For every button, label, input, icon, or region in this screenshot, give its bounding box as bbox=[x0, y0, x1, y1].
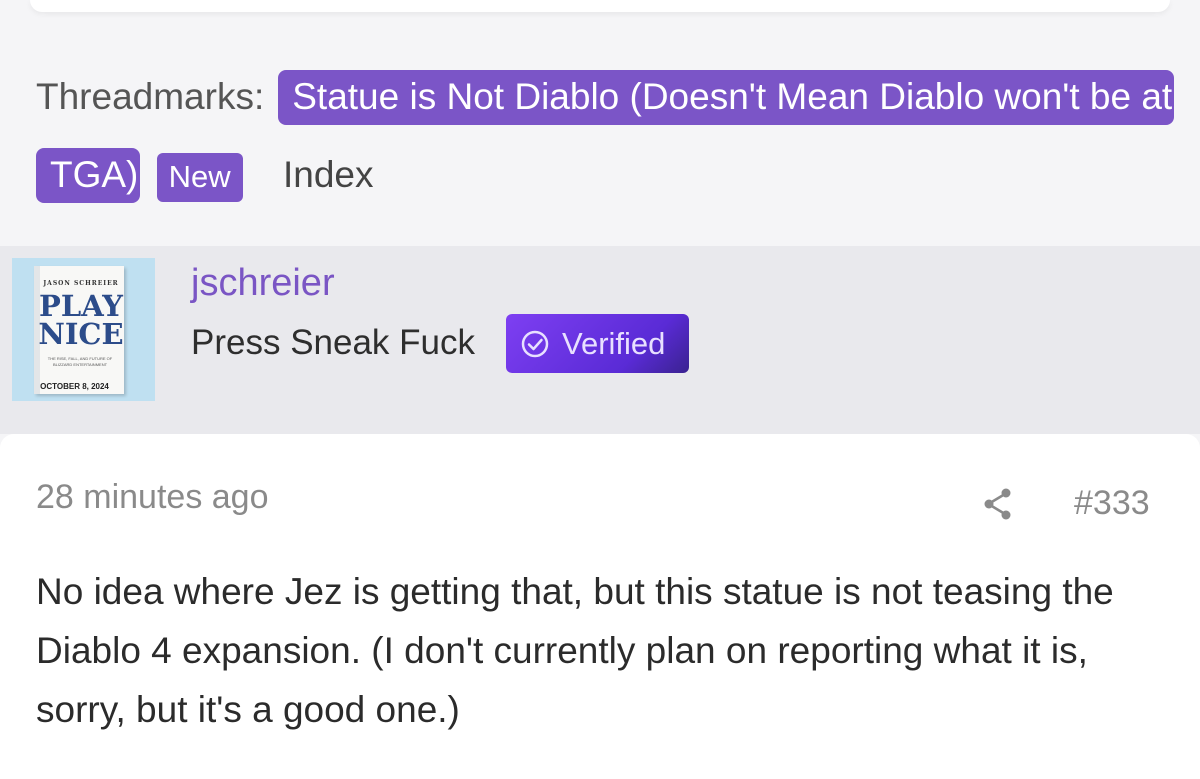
post-number-link[interactable]: #333 bbox=[1074, 484, 1150, 523]
user-title: Press Sneak Fuck bbox=[191, 323, 475, 362]
previous-post-card bbox=[30, 0, 1170, 12]
release-date: OCTOBER 8, 2024 bbox=[40, 382, 109, 391]
verified-badge: Verified bbox=[506, 314, 689, 373]
check-circle-icon bbox=[521, 330, 549, 357]
book-subtitle: THE RISE, FALL, AND FUTURE OF BLIZZARD E… bbox=[47, 356, 113, 367]
book-title-line1: PLAY bbox=[39, 289, 123, 323]
threadmarks-label: Threadmarks: bbox=[36, 76, 265, 117]
username-link[interactable]: jschreier bbox=[191, 262, 335, 305]
share-icon[interactable] bbox=[980, 486, 1016, 522]
book-title-line2: NICE bbox=[38, 317, 124, 351]
verified-label: Verified bbox=[562, 325, 666, 361]
threadmarks-index-link[interactable]: Index bbox=[283, 154, 374, 195]
post-timestamp[interactable]: 28 minutes ago bbox=[36, 478, 269, 517]
book-cover-image: JASON SCHREIER PLAY NICE THE RISE, FALL,… bbox=[34, 266, 124, 394]
book-title: PLAY NICE bbox=[38, 289, 124, 351]
post-message: No idea where Jez is getting that, but t… bbox=[36, 571, 1114, 730]
book-author-text: JASON SCHREIER bbox=[43, 280, 119, 287]
avatar[interactable]: JASON SCHREIER PLAY NICE THE RISE, FALL,… bbox=[12, 258, 155, 401]
threadmarks-bar: Threadmarks: Statue is Not Diablo (Doesn'… bbox=[36, 58, 1176, 216]
new-badge: New bbox=[156, 153, 243, 202]
